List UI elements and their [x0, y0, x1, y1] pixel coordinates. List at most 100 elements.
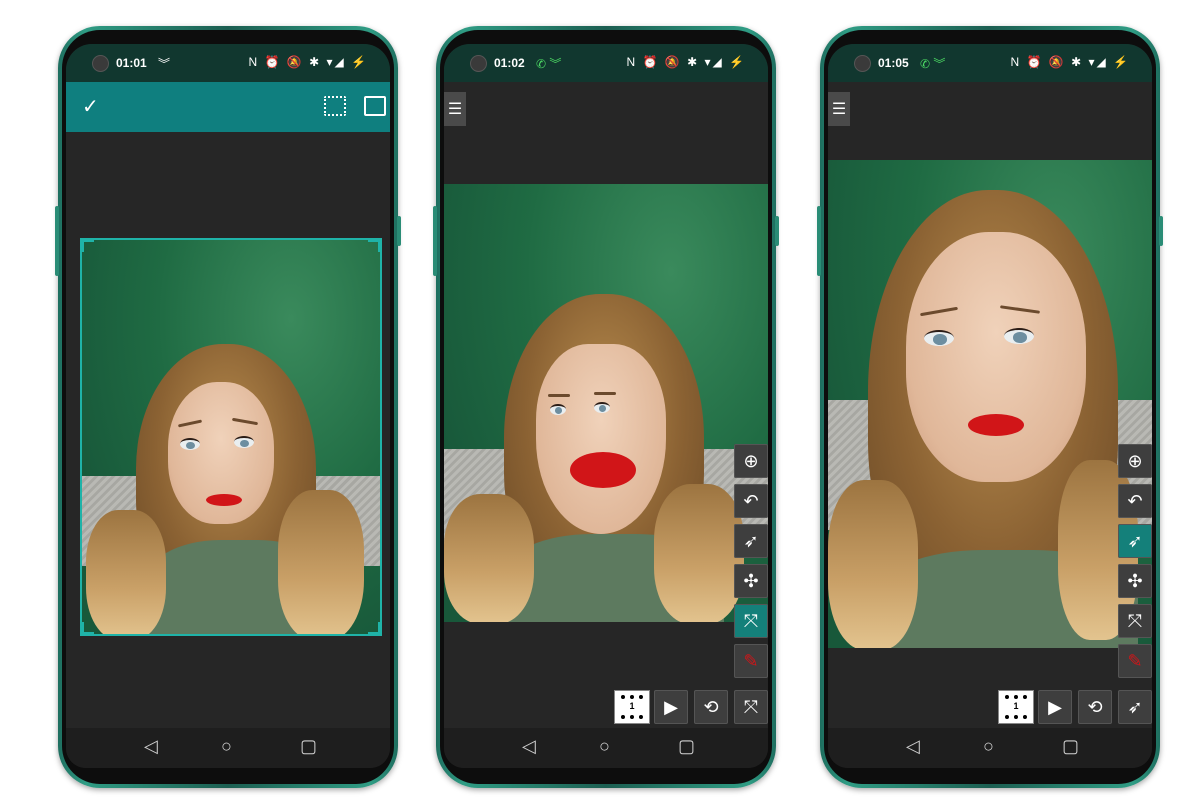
side-button: [1159, 216, 1163, 246]
film-reset-button[interactable]: ⟲: [1078, 690, 1112, 724]
nav-bar: ◁ ○ ▢: [828, 728, 1152, 768]
home-icon[interactable]: ○: [983, 736, 994, 757]
camera-hole: [92, 55, 109, 72]
film-reset-button[interactable]: ⟲: [694, 690, 728, 724]
brow: [594, 392, 616, 395]
eye: [1004, 328, 1034, 344]
recents-icon[interactable]: ▢: [300, 736, 317, 757]
phone-1: 01:01 ︾ N ⏰ 🔕 ✱ ▾◢ ⚡ ✓ ◁ ○ ▢: [55, 26, 401, 788]
check-icon[interactable]: ✓: [82, 94, 99, 119]
warp-icon: ➶: [1127, 696, 1143, 717]
zoom-button[interactable]: ⊕: [734, 444, 768, 478]
hair-strand: [444, 494, 534, 622]
nav-bar: ◁ ○ ▢: [66, 728, 390, 768]
side-button: [817, 206, 821, 276]
film-reset-icon: ⟲: [1087, 696, 1103, 717]
recents-icon[interactable]: ▢: [1062, 736, 1079, 757]
play-icon: ▶: [664, 696, 678, 717]
menu-button[interactable]: ☰: [444, 92, 466, 126]
eye: [594, 402, 610, 413]
warp-button[interactable]: ➶: [734, 524, 768, 558]
shrink-button[interactable]: ⤧: [734, 604, 768, 638]
status-notification-icons: ✆ ︾: [920, 57, 946, 71]
eye: [550, 404, 566, 415]
shrink-icon: ⤧: [743, 610, 759, 631]
status-system-icons: N ⏰ 🔕 ✱ ▾◢ ⚡: [626, 55, 746, 69]
frame-button[interactable]: 1: [614, 690, 650, 724]
status-bar: 01:01 ︾ N ⏰ 🔕 ✱ ▾◢ ⚡: [66, 44, 390, 82]
crop-handle[interactable]: [368, 238, 382, 252]
crop-handle[interactable]: [80, 238, 94, 252]
film-reset-icon: ⟲: [703, 696, 719, 717]
warped-selfie-photo: [444, 184, 768, 622]
phone-bezel: 01:01 ︾ N ⏰ 🔕 ✱ ▾◢ ⚡ ✓ ◁ ○ ▢: [62, 30, 394, 784]
warp-icon: ➶: [1127, 530, 1143, 551]
home-icon[interactable]: ○: [599, 736, 610, 757]
frame-label: 1: [621, 695, 643, 719]
side-button: [397, 216, 401, 246]
play-button[interactable]: ▶: [1038, 690, 1072, 724]
warp-button[interactable]: ➶: [1118, 524, 1152, 558]
back-icon[interactable]: ◁: [522, 736, 536, 757]
crop-handle[interactable]: [80, 622, 94, 636]
play-button[interactable]: ▶: [654, 690, 688, 724]
home-icon[interactable]: ○: [221, 736, 232, 757]
hair-strand: [654, 484, 744, 622]
eye: [924, 330, 954, 346]
status-bar: 01:02 ✆ ︾ N ⏰ 🔕 ✱ ▾◢ ⚡: [444, 44, 768, 82]
recents-icon[interactable]: ▢: [678, 736, 695, 757]
side-button: [433, 206, 437, 276]
crop-handle[interactable]: [368, 622, 382, 636]
zoom-icon: ⊕: [743, 450, 759, 471]
status-time: 01:01: [116, 56, 147, 70]
undo-icon: ↶: [1127, 490, 1143, 511]
phone-bezel: 01:05 ✆ ︾ N ⏰ 🔕 ✱ ▾◢ ⚡ ☰ ⊕ ↶ ➶ ✣ ⤧ ✎ 1 ▶…: [824, 30, 1156, 784]
undo-button[interactable]: ↶: [734, 484, 768, 518]
shrink-button[interactable]: ⤧: [1118, 604, 1152, 638]
undo-button[interactable]: ↶: [1118, 484, 1152, 518]
expand-icon: ✣: [743, 570, 759, 591]
camera-hole: [854, 55, 871, 72]
screen: 01:05 ✆ ︾ N ⏰ 🔕 ✱ ▾◢ ⚡ ☰ ⊕ ↶ ➶ ✣ ⤧ ✎ 1 ▶…: [828, 44, 1152, 768]
shrink-tool-button[interactable]: ⤧: [734, 690, 768, 724]
brush-button[interactable]: ✎: [1118, 644, 1152, 678]
camera-hole: [470, 55, 487, 72]
crop-app-bar: ✓: [66, 82, 390, 132]
side-button: [55, 206, 59, 276]
expand-button[interactable]: ✣: [1118, 564, 1152, 598]
frame-button[interactable]: 1: [998, 690, 1034, 724]
status-notification-icons: ︾: [158, 57, 171, 71]
phone-3: 01:05 ✆ ︾ N ⏰ 🔕 ✱ ▾◢ ⚡ ☰ ⊕ ↶ ➶ ✣ ⤧ ✎ 1 ▶…: [817, 26, 1163, 788]
screen: 01:02 ✆ ︾ N ⏰ 🔕 ✱ ▾◢ ⚡ ☰ ⊕ ↶ ➶ ✣ ⤧ ✎ 1 ▶…: [444, 44, 768, 768]
zoom-icon: ⊕: [1127, 450, 1143, 471]
side-button: [775, 216, 779, 246]
crop-frame[interactable]: [80, 238, 382, 636]
zoom-button[interactable]: ⊕: [1118, 444, 1152, 478]
status-system-icons: N ⏰ 🔕 ✱ ▾◢ ⚡: [1010, 55, 1130, 69]
brush-icon: ✎: [743, 650, 759, 671]
undo-icon: ↶: [743, 490, 759, 511]
lips: [570, 452, 636, 488]
lips: [968, 414, 1024, 436]
phone-2: 01:02 ✆ ︾ N ⏰ 🔕 ✱ ▾◢ ⚡ ☰ ⊕ ↶ ➶ ✣ ⤧ ✎ 1 ▶…: [433, 26, 779, 788]
expand-icon: ✣: [1127, 570, 1143, 591]
brow: [548, 394, 570, 397]
shrink-icon: ⤧: [1127, 610, 1143, 631]
shrink-icon: ⤧: [743, 696, 759, 717]
back-icon[interactable]: ◁: [906, 736, 920, 757]
brush-button[interactable]: ✎: [734, 644, 768, 678]
warp-tool-button[interactable]: ➶: [1118, 690, 1152, 724]
brush-icon: ✎: [1127, 650, 1143, 671]
menu-button[interactable]: ☰: [828, 92, 850, 126]
back-icon[interactable]: ◁: [144, 736, 158, 757]
warp-icon: ➶: [743, 530, 759, 551]
status-bar: 01:05 ✆ ︾ N ⏰ 🔕 ✱ ▾◢ ⚡: [828, 44, 1152, 82]
status-notification-icons: ✆ ︾: [536, 57, 562, 71]
frame-label: 1: [1005, 695, 1027, 719]
phone-bezel: 01:02 ✆ ︾ N ⏰ 🔕 ✱ ▾◢ ⚡ ☰ ⊕ ↶ ➶ ✣ ⤧ ✎ 1 ▶…: [440, 30, 772, 784]
aspect-ratio-icon[interactable]: [364, 96, 386, 116]
hair-strand: [828, 480, 918, 648]
status-time: 01:05: [878, 56, 909, 70]
fit-crop-icon[interactable]: [324, 96, 346, 116]
expand-button[interactable]: ✣: [734, 564, 768, 598]
